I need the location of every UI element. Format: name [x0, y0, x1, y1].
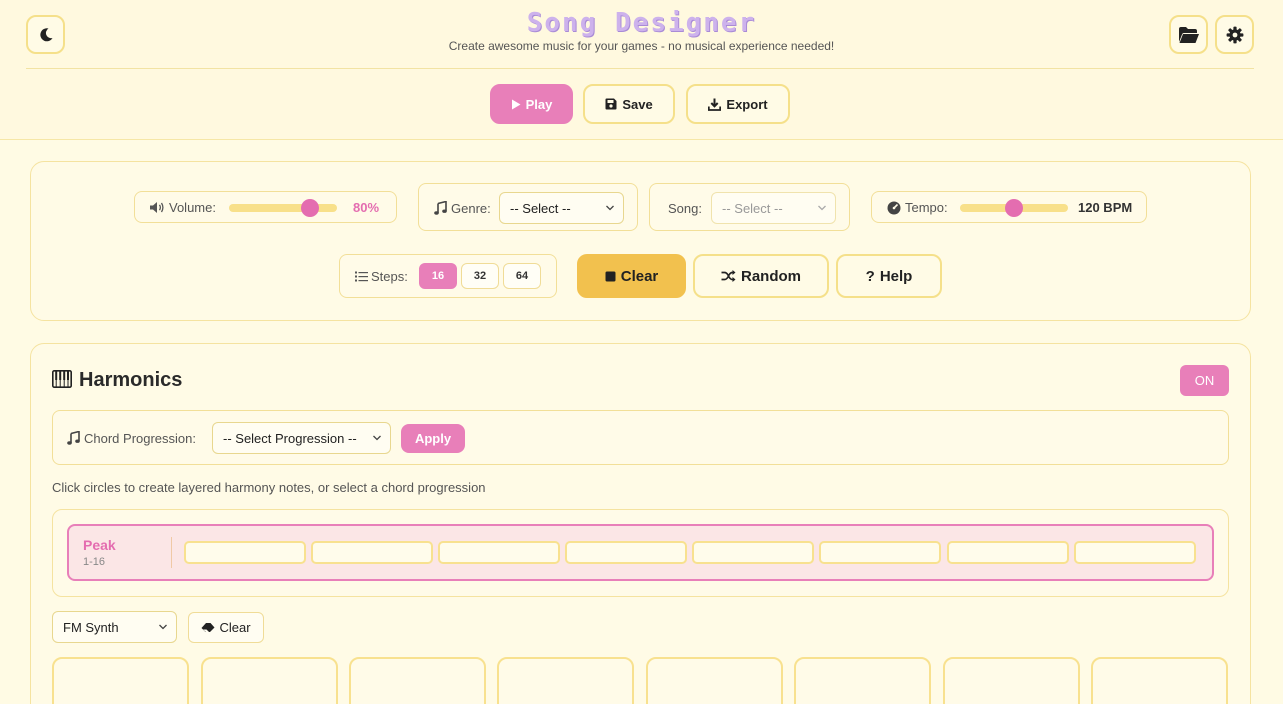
random-button[interactable]: Random [693, 254, 829, 298]
gauge-icon [887, 201, 901, 215]
peak-cell[interactable] [947, 541, 1069, 564]
volume-value: 80% [353, 200, 380, 215]
clear-button[interactable]: Clear [577, 254, 686, 298]
play-label: Play [525, 96, 553, 112]
genre-selected: -- Select -- [510, 200, 571, 216]
music-note-icon [434, 201, 447, 215]
harmony-pad[interactable] [497, 657, 634, 704]
chord-progression-select[interactable]: -- Select Progression -- [212, 422, 391, 454]
stop-icon [605, 271, 616, 281]
chord-progression-selected: -- Select Progression -- [223, 430, 357, 446]
volume-icon [150, 202, 164, 213]
app-header: Song Designer Create awesome music for y… [0, 0, 1283, 140]
settings-button[interactable] [1215, 15, 1254, 54]
play-icon [511, 99, 521, 109]
save-button[interactable]: Save [583, 84, 675, 124]
gear-icon [1226, 26, 1243, 43]
tempo-control: Tempo: 120 BPM [871, 191, 1147, 223]
peak-range: 1-16 [83, 556, 106, 568]
random-label: Random [741, 267, 801, 285]
export-label: Export [726, 96, 768, 112]
harmonics-toggle[interactable]: ON [1180, 365, 1229, 396]
peak-cell[interactable] [1074, 541, 1196, 564]
save-label: Save [622, 96, 653, 112]
harmonics-hint: Click circles to create layered harmony … [52, 480, 486, 495]
harmonics-title: Harmonics [79, 369, 183, 391]
peak-label: Peak [83, 537, 116, 553]
help-button[interactable]: ? Help [836, 254, 942, 298]
header-divider [26, 68, 1254, 69]
synth-selected: FM Synth [63, 619, 119, 635]
tempo-value: 120 BPM [1078, 200, 1133, 215]
help-label: Help [879, 267, 913, 285]
harmony-pad[interactable] [1091, 657, 1228, 704]
floppy-disk-icon [605, 98, 617, 110]
title-block: Song Designer Create awesome music for y… [0, 8, 1283, 53]
song-label: Song: [668, 201, 702, 216]
tempo-slider-thumb[interactable] [1005, 199, 1023, 217]
list-icon [355, 271, 368, 282]
steps-64-button[interactable]: 64 [503, 263, 541, 289]
harmony-pad[interactable] [201, 657, 338, 704]
song-control: Song: -- Select -- [649, 183, 850, 231]
play-button[interactable]: Play [490, 84, 573, 124]
chevron-down-icon [818, 205, 826, 211]
volume-label: Volume: [169, 200, 216, 215]
genre-label: Genre: [451, 201, 491, 216]
peak-cell[interactable] [311, 541, 433, 564]
harmony-pad[interactable] [943, 657, 1080, 704]
download-icon [708, 98, 722, 111]
chevron-down-icon [373, 435, 381, 441]
peak-cell[interactable] [565, 541, 687, 564]
app-title: Song Designer [526, 8, 757, 38]
peak-cell[interactable] [184, 541, 306, 564]
chevron-down-icon [159, 624, 167, 630]
harmony-pad[interactable] [52, 657, 189, 704]
shuffle-icon [721, 270, 736, 282]
chevron-down-icon [606, 205, 614, 211]
peak-divider [171, 537, 172, 568]
steps-32-button[interactable]: 32 [461, 263, 499, 289]
chord-progression-row: Chord Progression: -- Select Progression… [52, 410, 1229, 465]
piano-icon [52, 370, 72, 388]
peak-cell[interactable] [692, 541, 814, 564]
peak-cell[interactable] [438, 541, 560, 564]
harmonics-clear-label: Clear [219, 620, 251, 635]
peak-cell[interactable] [819, 541, 941, 564]
tempo-label: Tempo: [905, 200, 948, 215]
clear-label: Clear [620, 267, 659, 285]
volume-slider-thumb[interactable] [301, 199, 319, 217]
folder-open-icon [1178, 26, 1199, 43]
harmony-pad[interactable] [349, 657, 486, 704]
app-subtitle: Create awesome music for your games - no… [448, 39, 835, 53]
export-button[interactable]: Export [686, 84, 790, 124]
harmony-pad[interactable] [646, 657, 783, 704]
volume-slider-track[interactable] [229, 204, 337, 212]
song-select[interactable]: -- Select -- [711, 192, 836, 224]
chord-progression-label: Chord Progression: [84, 431, 196, 446]
eraser-icon [201, 623, 215, 632]
genre-select[interactable]: -- Select -- [499, 192, 624, 224]
harmony-pad[interactable] [794, 657, 931, 704]
harmonics-clear-button[interactable]: Clear [188, 612, 264, 643]
open-project-button[interactable] [1169, 15, 1208, 54]
genre-control: Genre: -- Select -- [418, 183, 638, 231]
volume-control: Volume: 80% [134, 191, 397, 223]
synth-select[interactable]: FM Synth [52, 611, 177, 643]
steps-label: Steps: [371, 269, 408, 284]
apply-button[interactable]: Apply [401, 424, 465, 453]
music-note-icon [67, 431, 80, 445]
question-icon: ? [865, 267, 875, 285]
steps-16-button[interactable]: 16 [419, 263, 457, 289]
song-selected: -- Select -- [722, 200, 783, 216]
